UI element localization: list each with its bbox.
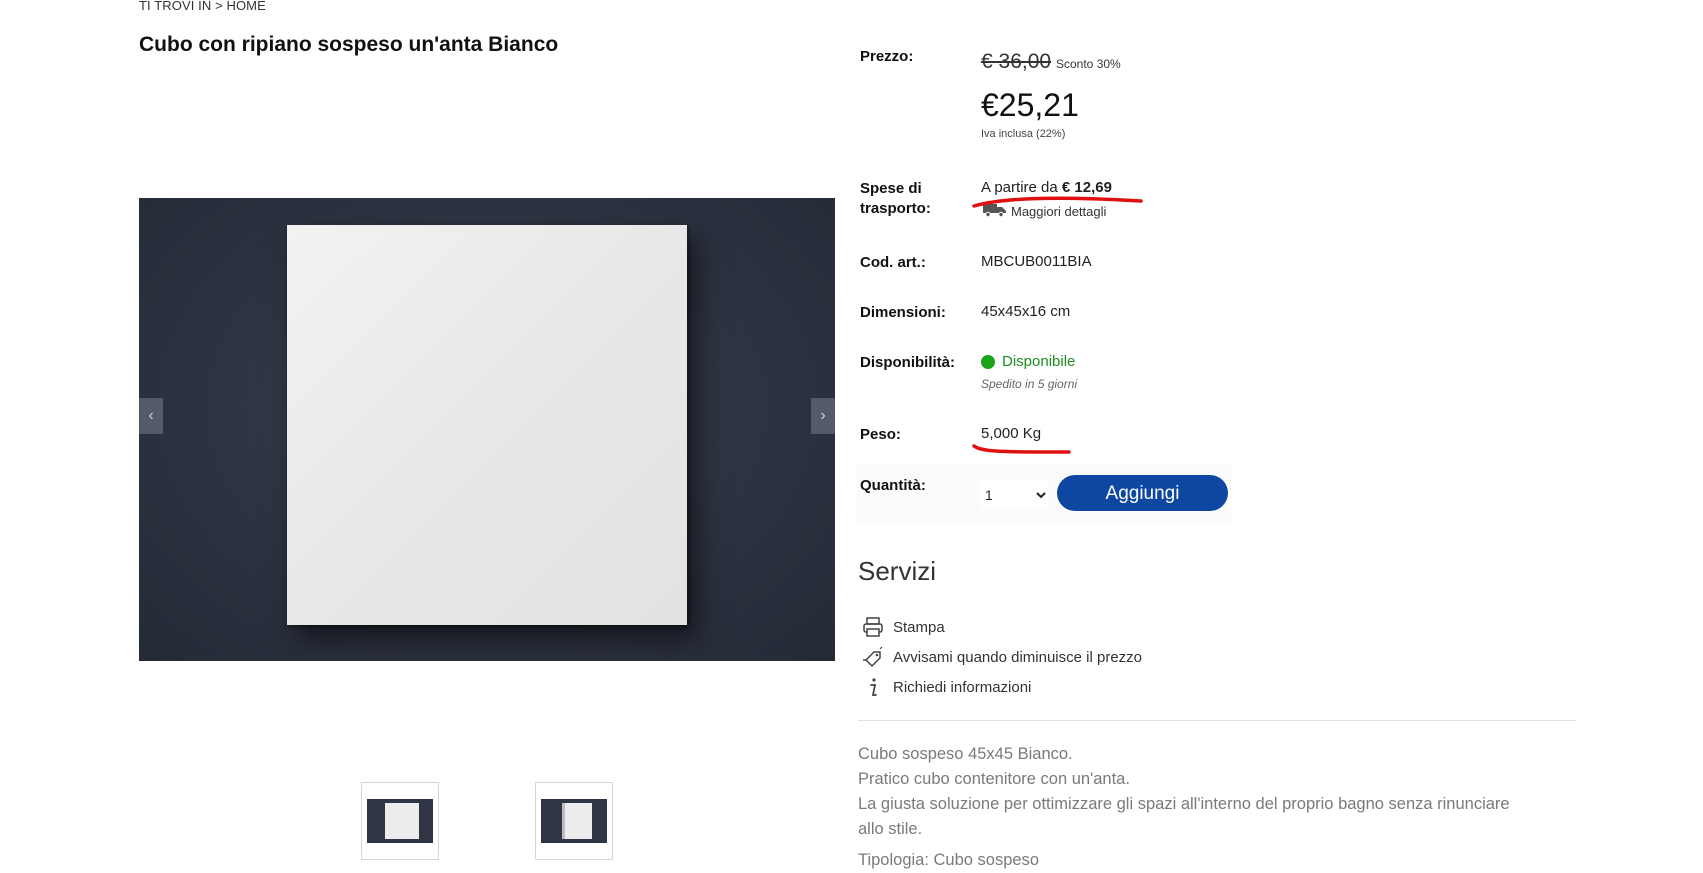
service-print-link[interactable]: Stampa [893, 619, 945, 636]
description-line: Pratico cubo contenitore con un'anta. [858, 770, 1130, 788]
dimensions-value: 45x45x16 cm [981, 303, 1071, 320]
vat-note: Iva inclusa (22%) [981, 128, 1066, 140]
product-code: MBCUB0011BIA [981, 253, 1092, 270]
thumbnail-side[interactable] [535, 782, 613, 860]
thumbnail-image [367, 799, 433, 843]
availability-status-dot-icon [981, 355, 995, 369]
weight-label: Peso: [860, 426, 901, 443]
product-image [287, 225, 687, 625]
quantity-label: Quantità: [860, 477, 926, 494]
info-icon [870, 678, 877, 696]
description-line: Cubo sospeso 45x45 Bianco. [858, 745, 1073, 763]
code-label: Cod. art.: [860, 254, 926, 271]
chevron-right-icon[interactable]: › [811, 398, 835, 434]
page-title: Cubo con ripiano sospeso un'anta Bianco [139, 33, 559, 56]
price-label: Prezzo: [860, 48, 914, 65]
current-price: €25,21 [981, 87, 1079, 123]
service-price-alert-link[interactable]: Avvisami quando diminuisce il prezzo [893, 649, 1142, 666]
price-tag-icon [863, 646, 883, 668]
quantity-select[interactable]: 1 [981, 481, 1049, 509]
description-line: La giusta soluzione per ottimizzare gli … [858, 795, 1510, 813]
availability-status: Disponibile [1002, 353, 1076, 370]
printer-icon [863, 617, 883, 637]
service-info-request-link[interactable]: Richiedi informazioni [893, 679, 1031, 696]
services-title: Servizi [858, 556, 937, 586]
old-price: € 36,00 [981, 50, 1052, 73]
description-type: Tipologia: Cubo sospeso [858, 851, 1040, 869]
description-line: allo stile. [858, 820, 923, 838]
shipping-label-line1: Spese di [860, 180, 922, 197]
thumbnail-front[interactable] [361, 782, 439, 860]
shipping-time: Spedito in 5 giorni [981, 377, 1078, 391]
breadcrumb[interactable]: TI TROVI IN > HOME [139, 0, 266, 13]
thumbnail-image [541, 799, 607, 843]
chevron-left-icon[interactable]: ‹ [139, 398, 163, 434]
shipping-label-line2: trasporto: [860, 200, 931, 217]
availability-label: Disponibilità: [860, 354, 955, 371]
dimensions-label: Dimensioni: [860, 304, 946, 321]
red-underline-weight [972, 444, 1071, 454]
section-divider [858, 720, 1576, 721]
discount-badge: Sconto 30% [1056, 57, 1121, 71]
product-image-gallery: ‹ › [139, 198, 835, 661]
add-to-cart-button[interactable]: Aggiungi [1057, 475, 1228, 511]
red-underline-shipping [972, 196, 1143, 208]
